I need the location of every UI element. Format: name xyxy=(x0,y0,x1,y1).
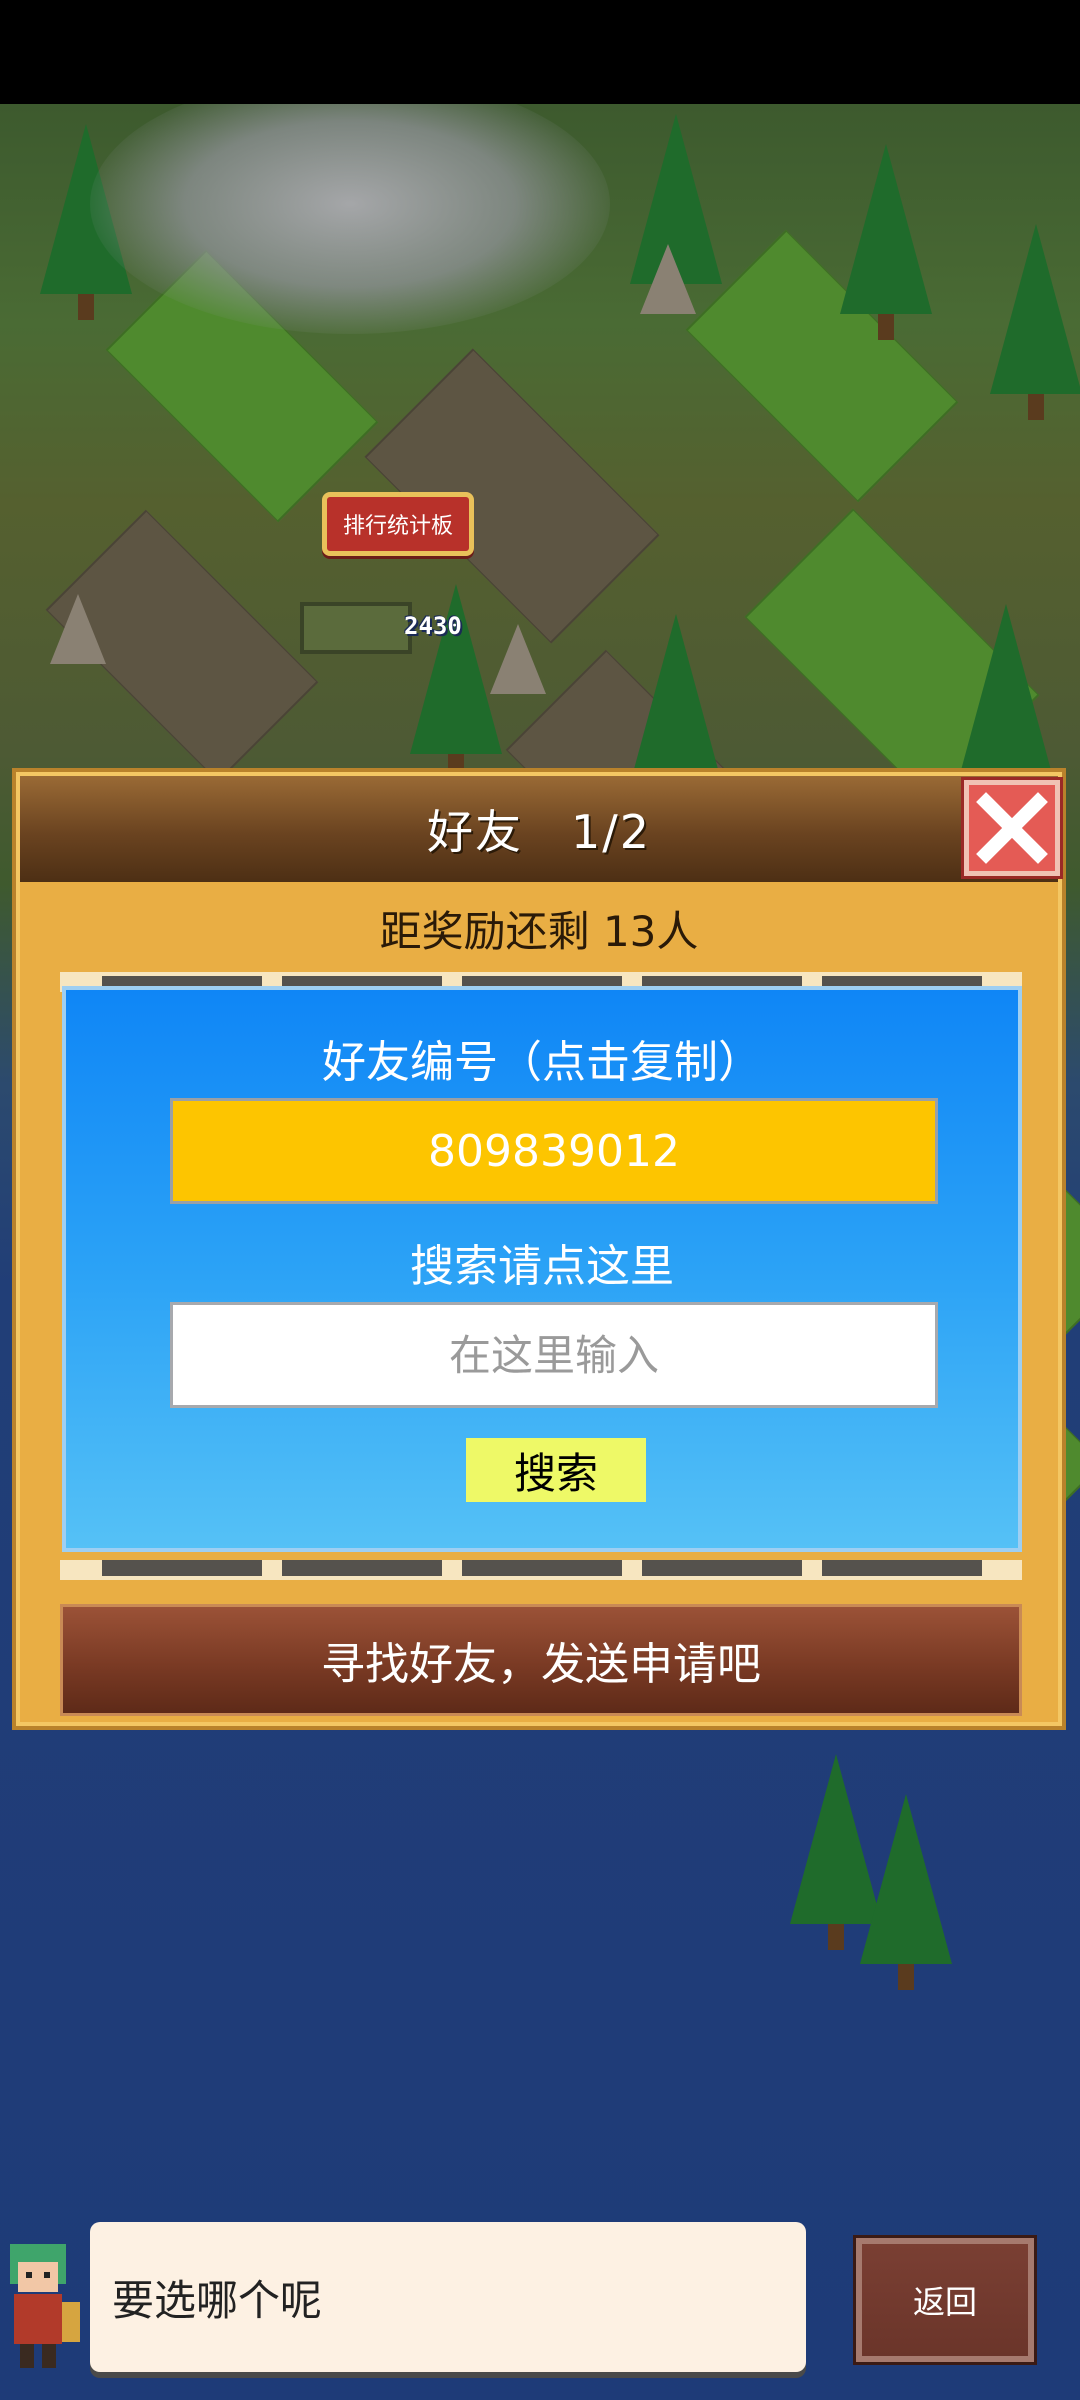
rock xyxy=(640,244,696,314)
friends-dialog: 好友 1/2 距奖励还剩 13人 好友编号（点击复制） 809839012 搜索… xyxy=(12,768,1066,1730)
score-value: 2430 xyxy=(404,612,462,640)
tree xyxy=(630,614,722,810)
speech-bubble: 要选哪个呢 xyxy=(90,2222,806,2372)
tree xyxy=(990,224,1080,420)
search-label: 搜索请点这里 xyxy=(410,1241,674,1292)
score-board[interactable] xyxy=(300,602,412,654)
friend-id-label: 好友编号（点击复制） xyxy=(322,1037,762,1088)
leaderboard-sign[interactable]: 排行统计板 xyxy=(322,492,474,556)
tree xyxy=(410,584,502,780)
character-avatar-icon xyxy=(10,2244,80,2368)
rock xyxy=(50,594,106,664)
dialog-header: 好友 1/2 xyxy=(20,776,1058,882)
search-input[interactable] xyxy=(170,1302,938,1408)
game-screen: 排行统计板 2430 好友 1/2 距奖励还剩 13人 好友编号（点击复制） 8… xyxy=(0,0,1080,2400)
tree xyxy=(860,1794,952,1990)
back-button[interactable]: 返回 xyxy=(856,2238,1034,2362)
friend-id-copy-button[interactable]: 809839012 xyxy=(170,1098,938,1204)
status-bar xyxy=(0,0,1080,104)
search-button[interactable]: 搜索 xyxy=(466,1438,646,1502)
find-friends-button[interactable]: 寻找好友，发送申请吧 xyxy=(60,1604,1022,1716)
tree xyxy=(840,144,932,340)
tree xyxy=(960,604,1052,800)
speech-text: 要选哪个呢 xyxy=(112,2275,323,2325)
dialog-title: 好友 1/2 xyxy=(426,805,652,859)
friend-search-panel: 好友编号（点击复制） 809839012 搜索请点这里 搜索 xyxy=(62,986,1022,1552)
reward-progress-text: 距奖励还剩 13人 xyxy=(379,907,699,956)
slot-strip-bottom xyxy=(60,1560,1022,1580)
close-icon xyxy=(976,792,1048,864)
close-button[interactable] xyxy=(964,780,1060,876)
rock xyxy=(490,624,546,694)
